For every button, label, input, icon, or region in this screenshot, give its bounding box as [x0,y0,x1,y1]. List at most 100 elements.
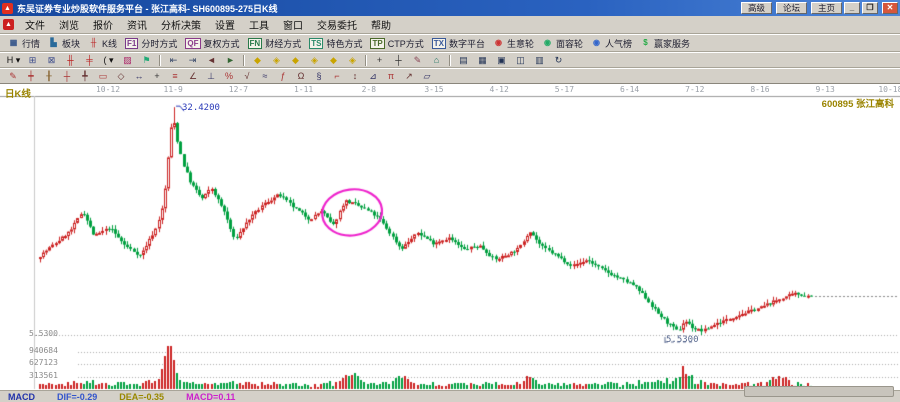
kline-chart-area[interactable]: 日K线 600895 张江高科 32.4200 5.5300 5.5300 94… [0,84,900,390]
wave-tool-icon[interactable]: ≈ [257,70,273,83]
cross-line-icon[interactable]: ┿ [23,70,39,83]
kline-style-1-icon[interactable]: ╫ [62,54,79,67]
zoom-down-icon[interactable]: ◈ [306,54,323,67]
toolbar-button-6[interactable]: TS特色方式 [305,36,366,51]
corner-tool-icon[interactable]: ⌐ [329,70,345,83]
macd-indicator-name[interactable]: MACD [8,392,35,402]
menu-item-2[interactable]: 报价 [86,16,120,33]
refresh-icon[interactable]: ↻ [550,54,567,67]
toolbar-icon-6: TS [309,38,323,49]
toolbar-button-0[interactable]: ▦行情 [4,36,44,51]
period-h-menu-icon[interactable]: H ▾ [5,54,22,67]
zoom-right-icon[interactable]: ◈ [268,54,285,67]
go-last-icon[interactable]: ⇥ [184,54,201,67]
grid-line-icon[interactable]: ┼ [59,70,75,83]
stock-code-name-label: 600895 张江高科 [822,96,894,110]
toolbar-button-3[interactable]: F1分时方式 [121,36,181,51]
step-left-icon[interactable]: ◄ [203,54,220,67]
titlebar-button-advanced[interactable]: 高级 [741,2,772,14]
toolbar-button-4[interactable]: QF复权方式 [181,36,243,51]
minimize-button[interactable]: _ [844,2,860,14]
menu-item-1[interactable]: 浏览 [52,16,86,33]
titlebar-button-home[interactable]: 主页 [811,2,842,14]
magnifier-icon[interactable]: + [371,54,388,67]
toolbar-icon-12: $ [640,38,651,49]
candlestick-canvas[interactable] [0,84,900,390]
toolbar-label-4: 复权方式 [204,37,240,50]
gann-line-icon[interactable]: ╂ [41,70,57,83]
paren-menu-icon[interactable]: ( ▾ [100,54,117,67]
func-tool-icon[interactable]: ƒ [275,70,291,83]
kline-style-2-icon[interactable]: ╪ [81,54,98,67]
toolbar-button-11[interactable]: ◉人气榜 [587,36,636,51]
zoom-left-icon[interactable]: ◆ [249,54,266,67]
toolbar-button-12[interactable]: $赢家服务 [636,36,694,51]
toolbar-button-9[interactable]: ◉生意轮 [489,36,538,51]
menu-item-7[interactable]: 窗口 [276,16,310,33]
home-view-icon[interactable]: ⌂ [428,54,445,67]
toolbar-button-5[interactable]: FN财经方式 [244,36,306,51]
channel-tool-icon[interactable]: ≡ [167,70,183,83]
toolbar-button-1[interactable]: ▙板块 [44,36,84,51]
root-tool-icon[interactable]: √ [239,70,255,83]
toolbar-icon-5: FN [248,38,263,49]
pencil-tool-icon[interactable]: ✎ [5,70,21,83]
diamond-tool-icon[interactable]: ◇ [113,70,129,83]
date-tick-9: 7-12 [678,85,712,94]
menu-item-3[interactable]: 资讯 [120,16,154,33]
horizontal-scrollbar[interactable] [744,386,894,397]
toolbar-button-2[interactable]: ╫K线 [84,36,121,51]
lock-window-icon[interactable]: ⊠ [43,54,60,67]
layout-4-icon[interactable]: ◫ [512,54,529,67]
zoom-in-icon[interactable]: ◆ [325,54,342,67]
crosshair-icon[interactable]: ┼ [390,54,407,67]
layout-2-icon[interactable]: ▦ [474,54,491,67]
toolbar-label-9: 生意轮 [507,37,534,50]
menu-item-6[interactable]: 工具 [242,16,276,33]
step-right-icon[interactable]: ► [222,54,239,67]
toolbar-drawing: ✎┿╂┼╇▭◇↔+≡∠⊥%√≈ƒΩ§⌐↕⊿π↗▱ [0,68,900,84]
fib-fan-icon[interactable]: ╇ [77,70,93,83]
layout-3-icon[interactable]: ▣ [493,54,510,67]
zoom-out-icon[interactable]: ◈ [344,54,361,67]
go-first-icon[interactable]: ⇤ [165,54,182,67]
toolbar-button-7[interactable]: TPCTP方式 [366,36,427,51]
zoom-up-icon[interactable]: ◆ [287,54,304,67]
rect-tool-icon[interactable]: ▭ [95,70,111,83]
toolbar-icon-2: ╫ [88,38,99,49]
toolbar-separator [449,55,451,66]
save-layout-icon[interactable]: ▥ [531,54,548,67]
restore-button[interactable]: ❐ [862,2,878,14]
angle-tool-icon[interactable]: ∠ [185,70,201,83]
percent-tool-icon[interactable]: % [221,70,237,83]
para-tool-icon[interactable]: ▱ [419,70,435,83]
omega-tool-icon[interactable]: Ω [293,70,309,83]
pi-tool-icon[interactable]: π [383,70,399,83]
date-tick-7: 5-17 [547,85,581,94]
close-button[interactable]: ✕ [882,2,898,14]
flag-marker-icon[interactable]: ⚑ [138,54,155,67]
updown-tool-icon[interactable]: ↕ [347,70,363,83]
low-price-annotation: 5.5300 [666,335,699,345]
volume-scale-label-1: 940684 [29,346,58,355]
layout-1-icon[interactable]: ▤ [455,54,472,67]
hline-tool-icon[interactable]: ↔ [131,70,147,83]
titlebar-button-forum[interactable]: 论坛 [776,2,807,14]
menu-item-5[interactable]: 设置 [208,16,242,33]
section-tool-icon[interactable]: § [311,70,327,83]
grid-window-icon[interactable]: ⊞ [24,54,41,67]
pattern-chart-icon[interactable]: ▨ [119,54,136,67]
toolbar-button-10[interactable]: ◉面容轮 [538,36,587,51]
window-title: 东吴证券专业炒股软件服务平台 - 张江高科- SH600895-275日K线 [17,2,737,15]
measure-icon[interactable]: ✎ [409,54,426,67]
trend-tool-icon[interactable]: ↗ [401,70,417,83]
plus-tool-icon[interactable]: + [149,70,165,83]
menu-item-0[interactable]: 文件 [18,16,52,33]
toolbar-button-8[interactable]: TX数字平台 [428,36,489,51]
menu-item-8[interactable]: 交易委托 [310,16,364,33]
tri-tool-icon[interactable]: ⊿ [365,70,381,83]
vline-tool-icon[interactable]: ⊥ [203,70,219,83]
menu-item-9[interactable]: 帮助 [364,16,398,33]
date-tick-5: 3-15 [417,85,451,94]
menu-item-4[interactable]: 分析决策 [154,16,208,33]
